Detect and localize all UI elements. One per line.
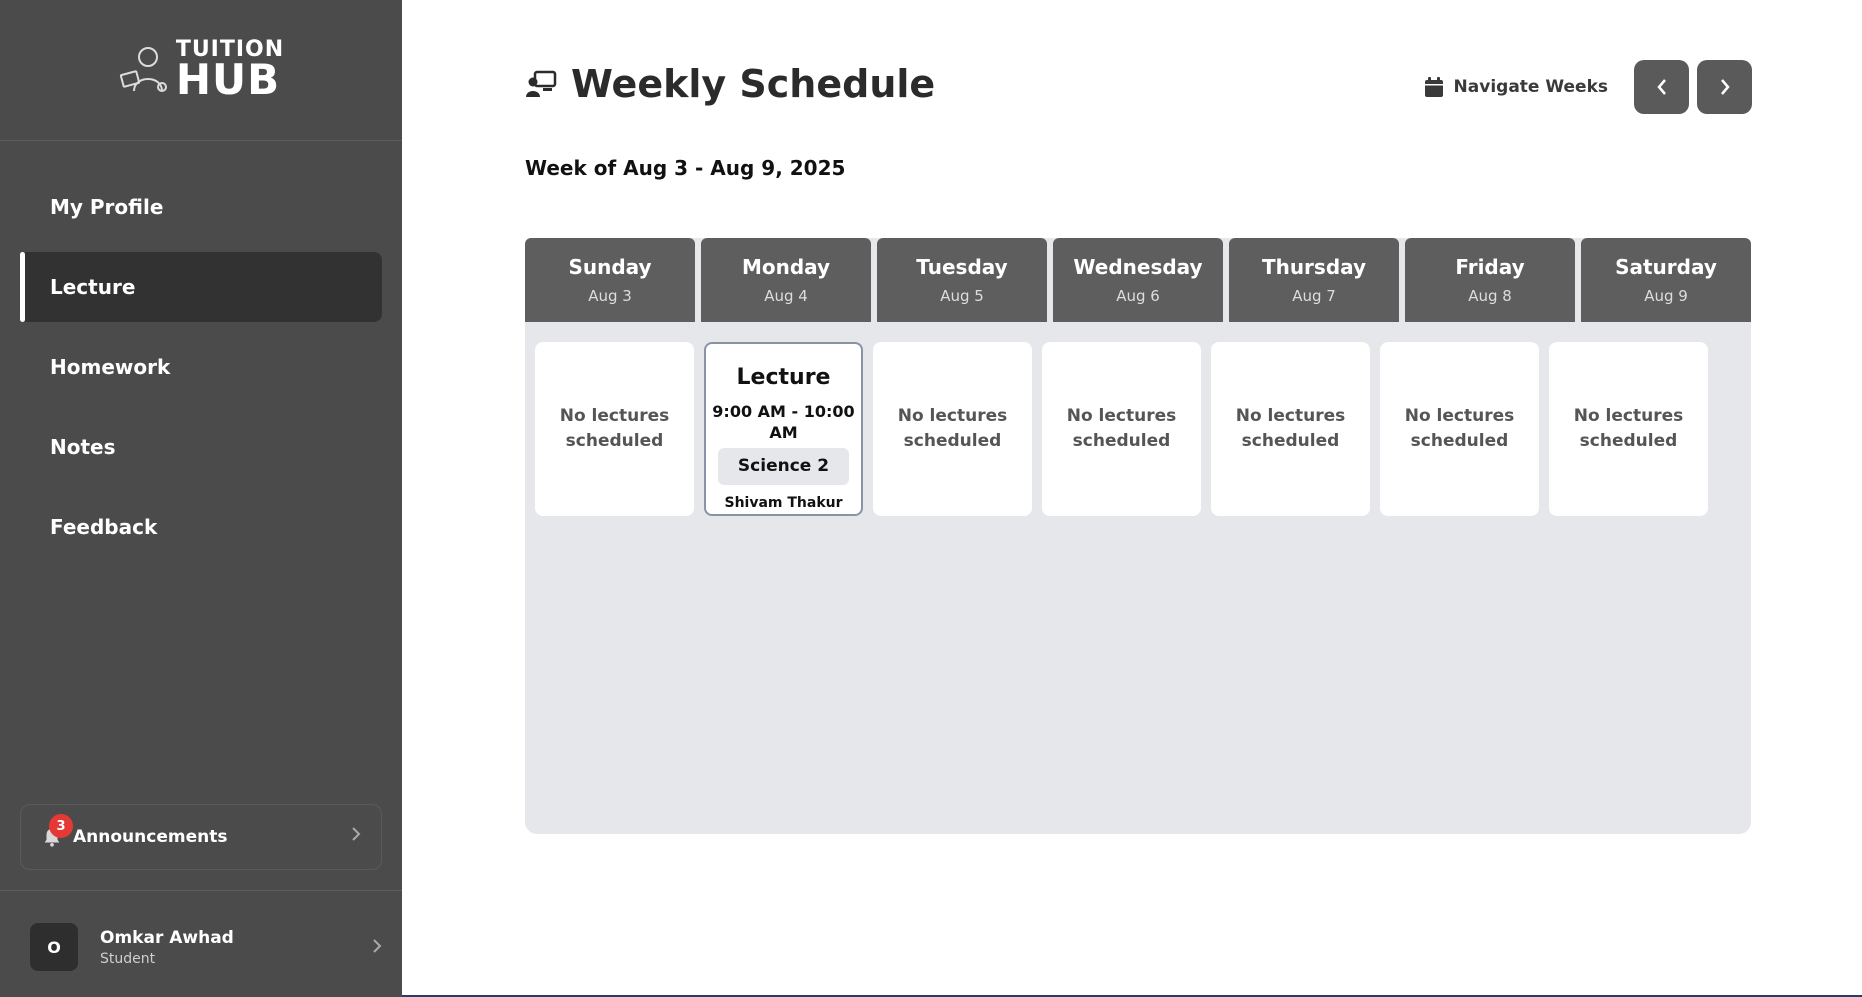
empty-text: scheduled — [565, 431, 664, 451]
empty-text: scheduled — [1579, 431, 1678, 451]
sidebar-item-label: Feedback — [50, 515, 158, 539]
day-cell-saturday: No lectures scheduled — [1549, 342, 1708, 516]
empty-text: No lectures — [1066, 406, 1177, 427]
navigate-weeks-label: Navigate Weeks — [1453, 77, 1608, 97]
week-navigation: Navigate Weeks — [1424, 60, 1752, 114]
lecture-title: Lecture — [736, 365, 831, 390]
teacher-board-icon — [526, 70, 557, 97]
avatar: O — [30, 923, 78, 971]
day-header-friday: Friday Aug 8 — [1405, 238, 1575, 322]
day-name: Monday — [741, 255, 831, 279]
brand-logo[interactable]: TUITION HUB — [118, 39, 284, 101]
previous-week-button[interactable] — [1634, 60, 1689, 114]
day-date: Aug 9 — [1644, 287, 1688, 305]
day-date: Aug 7 — [1292, 287, 1336, 305]
day-cell-friday: No lectures scheduled — [1380, 342, 1539, 516]
day-name: Tuesday — [916, 255, 1008, 279]
day-header-wednesday: Wednesday Aug 6 — [1053, 238, 1223, 322]
calendar-icon — [1424, 77, 1443, 97]
sidebar-item-label: Homework — [50, 355, 171, 379]
lecture-time: 9:00 AM - 10:00 AM — [712, 401, 855, 442]
day-header-thursday: Thursday Aug 7 — [1229, 238, 1399, 322]
sidebar-item-label: My Profile — [50, 195, 164, 219]
empty-text: No lectures — [1235, 406, 1346, 427]
user-profile-button[interactable]: O Omkar Awhad Student — [30, 922, 382, 972]
schedule-grid: Sunday Aug 3 Monday Aug 4 Tuesday Aug 5 … — [525, 238, 1751, 834]
user-role: Student — [100, 950, 156, 967]
tutor-illustration-icon — [119, 47, 167, 92]
sidebar-item-my-profile[interactable]: My Profile — [20, 172, 382, 242]
logo-area: TUITION HUB — [0, 0, 402, 141]
sidebar: TUITION HUB My Profile Lecture Homework … — [0, 0, 402, 997]
day-cell-wednesday: No lectures scheduled — [1042, 342, 1201, 516]
chevron-right-icon — [351, 826, 361, 846]
day-date: Aug 4 — [764, 287, 808, 305]
day-name: Friday — [1455, 255, 1525, 279]
day-header-tuesday: Tuesday Aug 5 — [877, 238, 1047, 322]
day-headers: Sunday Aug 3 Monday Aug 4 Tuesday Aug 5 … — [525, 238, 1751, 322]
divider — [0, 890, 402, 891]
chevron-right-icon — [1720, 79, 1730, 95]
sidebar-item-feedback[interactable]: Feedback — [20, 492, 382, 562]
empty-text: scheduled — [1410, 431, 1509, 451]
day-cell-tuesday: No lectures scheduled — [873, 342, 1032, 516]
empty-text: scheduled — [903, 431, 1002, 451]
page-title-text: Weekly Schedule — [571, 62, 936, 106]
sidebar-item-lecture[interactable]: Lecture — [20, 252, 382, 322]
day-name: Sunday — [568, 255, 652, 279]
day-header-monday: Monday Aug 4 — [701, 238, 871, 322]
page-title: Weekly Schedule — [525, 62, 935, 106]
day-date: Aug 8 — [1468, 287, 1512, 305]
main-content: Weekly Schedule Navigate Weeks Week of A… — [402, 0, 1862, 997]
empty-text: scheduled — [1072, 431, 1171, 451]
user-name: Omkar Awhad — [100, 927, 234, 948]
sidebar-item-label: Notes — [50, 435, 116, 459]
brand-line2: HUB — [175, 55, 281, 104]
day-cell-sunday: No lectures scheduled — [535, 342, 694, 516]
empty-text: scheduled — [1241, 431, 1340, 451]
announcements-button[interactable]: 3 Announcements — [20, 804, 382, 870]
day-header-sunday: Sunday Aug 3 — [525, 238, 695, 322]
day-name: Wednesday — [1073, 255, 1203, 279]
empty-text: No lectures — [559, 406, 670, 427]
week-range-label: Week of Aug 3 - Aug 9, 2025 — [525, 156, 846, 180]
empty-text: No lectures — [1573, 406, 1684, 427]
sidebar-item-notes[interactable]: Notes — [20, 412, 382, 482]
chevron-right-icon — [372, 938, 382, 958]
lecture-subject-badge: Science 2 — [718, 448, 849, 486]
day-cells: No lectures scheduled Lecture 9:00 AM - 1… — [525, 322, 1751, 516]
chevron-left-icon — [1656, 79, 1666, 95]
lecture-card[interactable]: Lecture 9:00 AM - 10:00 AM Science 2 Shiv… — [704, 342, 863, 516]
day-date: Aug 3 — [588, 287, 632, 305]
announcements-count-badge: 3 — [49, 814, 73, 838]
announcements-label: Announcements — [73, 827, 228, 847]
day-name: Saturday — [1615, 255, 1717, 279]
day-header-saturday: Saturday Aug 9 — [1581, 238, 1751, 322]
sidebar-item-homework[interactable]: Homework — [20, 332, 382, 402]
lecture-teacher: Shivam Thakur — [724, 495, 843, 512]
empty-text: No lectures — [897, 406, 1008, 427]
empty-text: No lectures — [1404, 406, 1515, 427]
day-date: Aug 6 — [1116, 287, 1160, 305]
day-cell-thursday: No lectures scheduled — [1211, 342, 1370, 516]
day-name: Thursday — [1261, 255, 1367, 279]
day-date: Aug 5 — [940, 287, 984, 305]
sidebar-item-label: Lecture — [50, 275, 136, 299]
sidebar-nav: My Profile Lecture Homework Notes Feedba… — [0, 141, 402, 562]
next-week-button[interactable] — [1697, 60, 1752, 114]
